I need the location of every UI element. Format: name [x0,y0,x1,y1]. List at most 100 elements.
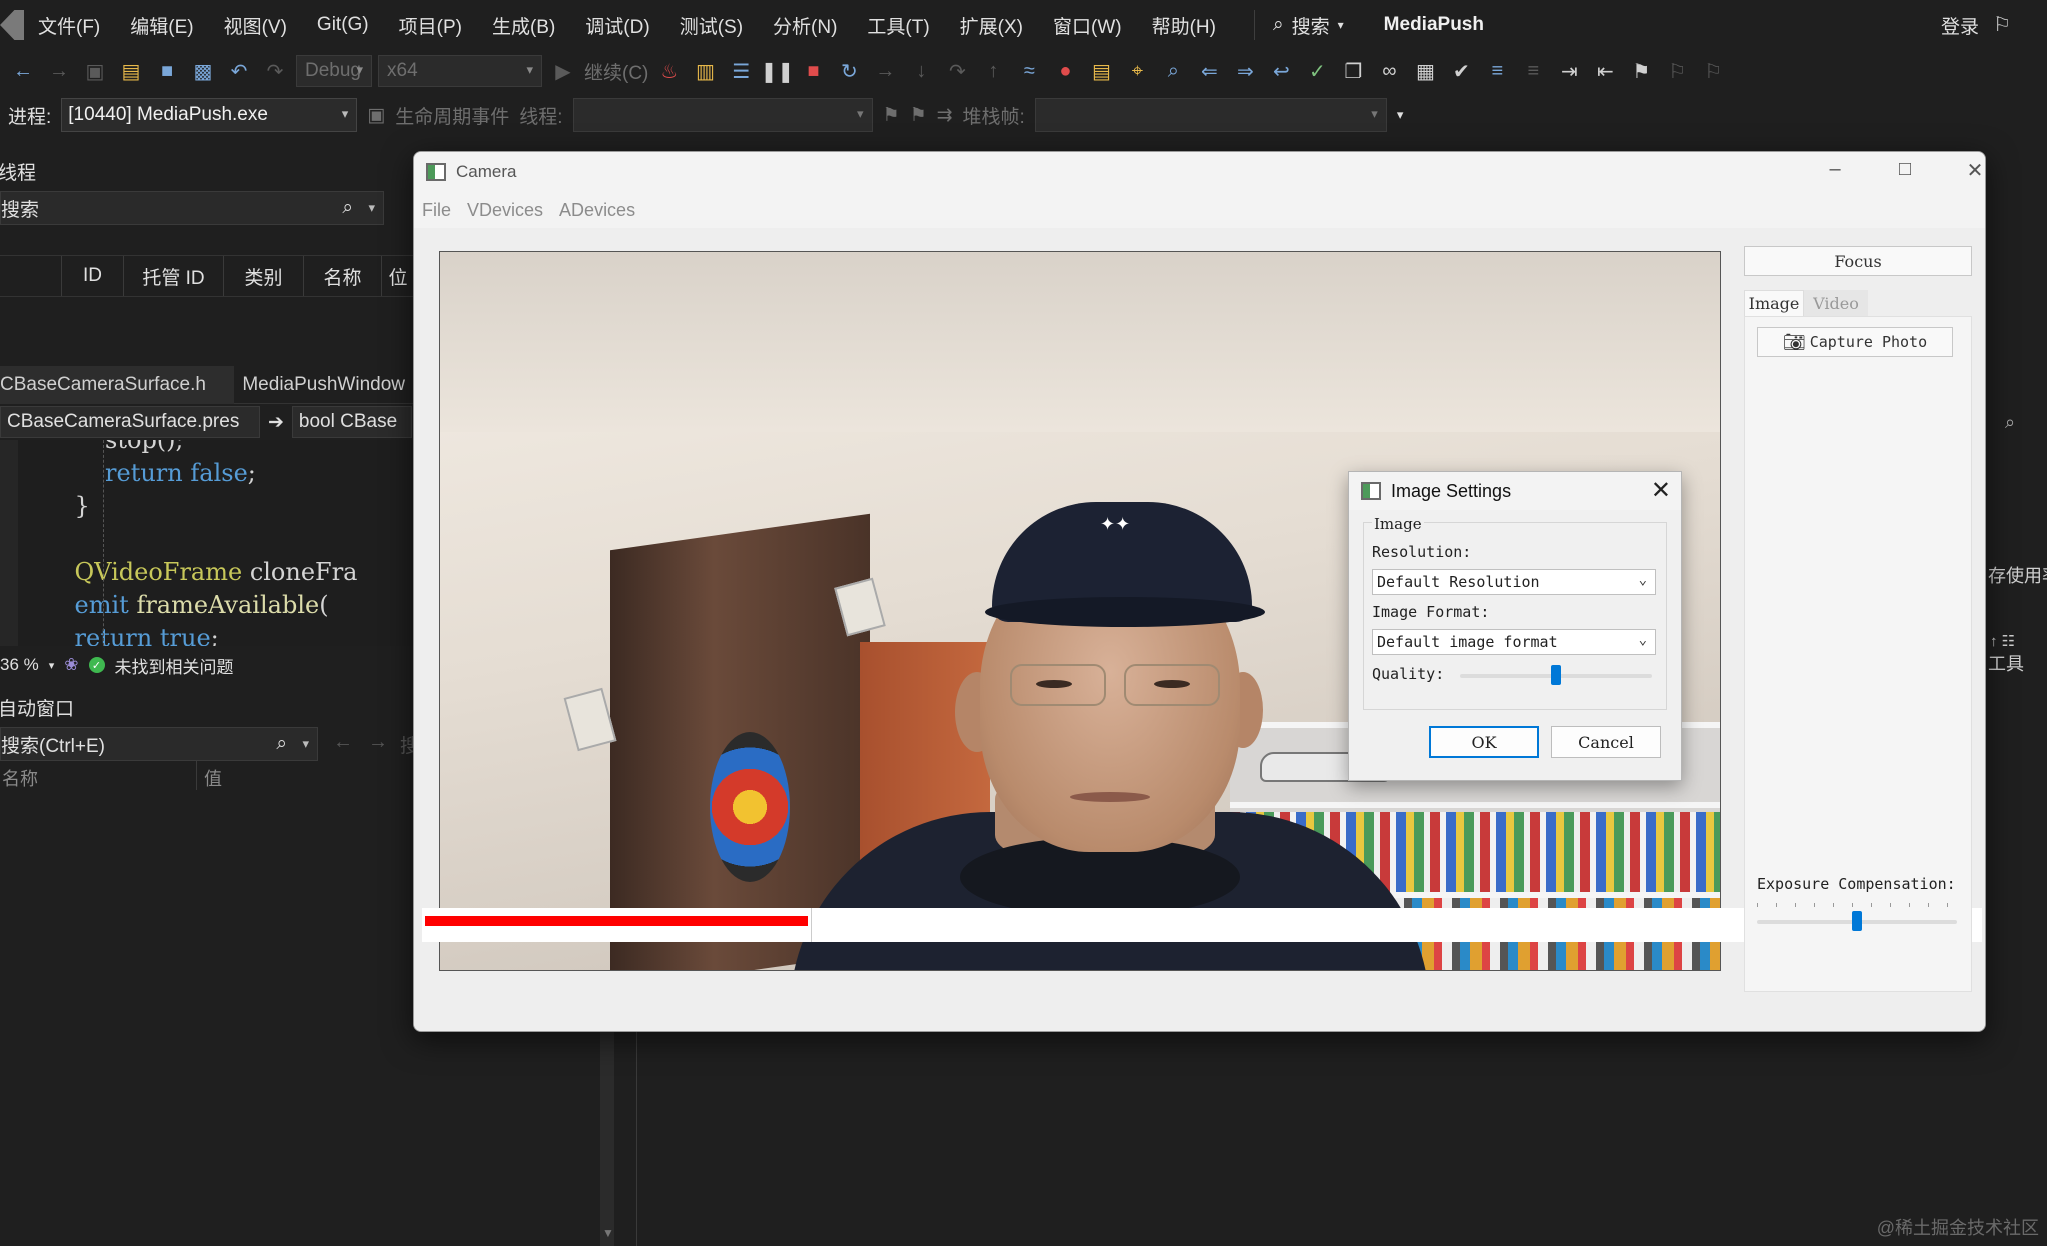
arrow-left-icon[interactable]: ⇐ [1194,56,1224,86]
slider-handle[interactable] [1551,665,1561,685]
process-select[interactable]: [10440] MediaPush.exe ▾ [61,98,358,132]
comment-icon[interactable]: ≡ [1482,56,1512,86]
column-location[interactable]: 位 [382,256,415,296]
forward-icon[interactable]: → [44,56,74,86]
autos-column-value[interactable]: 值 [204,765,222,791]
copy-icon[interactable]: ❐ [1338,56,1368,86]
spell-check-icon[interactable]: ✔ [1446,56,1476,86]
menu-vdevices[interactable]: VDevices [467,200,543,221]
search-forward-icon[interactable]: → [368,731,388,754]
memory-icon[interactable]: ● [1050,56,1080,86]
close-icon[interactable]: ✕ [1651,476,1671,505]
maximize-icon[interactable]: □ [1885,158,1925,181]
step-back-icon[interactable]: ↷ [942,56,972,86]
check-icon[interactable]: ✓ [1302,56,1332,86]
column-name[interactable]: 名称 [304,256,382,296]
indent-icon[interactable]: ⇥ [1554,56,1584,86]
link-icon[interactable]: ∞ [1374,56,1404,86]
code-line[interactable]: return true; [44,624,219,646]
menu-git[interactable]: Git(G) [317,14,369,36]
menu-view[interactable]: 视图(V) [224,12,287,39]
find-icon[interactable]: ⌕ [1158,56,1188,86]
menu-build[interactable]: 生成(B) [492,12,555,39]
configuration-select[interactable]: Debug ▾ [296,55,372,87]
step-into-icon[interactable]: ↓ [906,56,936,86]
menu-window[interactable]: 窗口(W) [1053,12,1122,39]
diagnostics-icon[interactable]: ≈ [1014,56,1044,86]
cancel-button[interactable]: Cancel [1551,726,1661,758]
menu-analyze[interactable]: 分析(N) [773,12,837,39]
grid-icon[interactable]: ▦ [1410,56,1440,86]
column-managed-id[interactable]: 托管 ID [124,256,224,296]
flag-icon[interactable]: ⚑ [883,104,900,127]
back-history-icon[interactable]: ↩ [1266,56,1296,86]
slider-handle[interactable] [1852,911,1862,931]
back-icon[interactable]: ← [8,56,38,86]
tab-image[interactable]: Image [1744,290,1804,316]
code-editor[interactable]: stop(); return false; } QVideoFrame clon… [0,440,415,646]
threads-search-input[interactable]: 搜索 ⌕ ▾ [0,191,384,225]
menu-edit[interactable]: 编辑(E) [130,12,193,39]
new-project-icon[interactable]: ▣ [80,56,110,86]
continue-button[interactable]: 继续(C) [584,58,648,85]
menu-file[interactable]: File [422,200,451,221]
image-format-select[interactable]: Default image format ⌄ [1372,629,1656,655]
autos-search-input[interactable]: 搜索(Ctrl+E) ⌕ ▾ [0,727,318,761]
issues-status[interactable]: 未找到相关问题 [115,653,234,678]
code-line[interactable]: return false; [44,459,256,487]
scope-select[interactable]: CBaseCameraSurface.pres [0,406,260,438]
pause-icon[interactable]: ❚❚ [761,56,795,86]
find-in-files-icon[interactable]: ⌖ [1122,56,1152,86]
column-flag[interactable] [0,256,62,296]
global-search-button[interactable]: ⌕ 搜索 ▾ [1273,12,1344,39]
flag-all-icon[interactable]: ⚑ [910,104,927,127]
thread-select[interactable]: ▾ [572,98,873,132]
dialog-titlebar[interactable]: Image Settings ✕ [1349,472,1681,510]
zoom-level[interactable]: 36 % [0,655,39,675]
zoom-icon[interactable]: ⌕ [2005,412,2015,433]
expand-icon[interactable]: ↑ ☷ [1990,632,2015,650]
tab-mediapushwindow[interactable]: MediaPushWindow [234,366,415,404]
column-category[interactable]: 类别 [224,256,304,296]
autos-column-name[interactable]: 名称 [2,765,38,791]
menu-file[interactable]: 文件(F) [38,12,100,39]
folder-icon[interactable]: ▤ [1086,56,1116,86]
stackframe-icon[interactable]: ⇉ [937,104,953,127]
code-line[interactable]: } [44,492,90,520]
camera-titlebar[interactable]: Camera – □ ✕ [414,152,1985,192]
member-select[interactable]: bool CBase [291,406,412,438]
ok-button[interactable]: OK [1429,726,1539,758]
lifecycle-events-icon[interactable]: ▣ [367,104,385,127]
step-out-icon[interactable]: ↑ [978,56,1008,86]
save-all-icon[interactable]: ▩ [188,56,218,86]
quality-slider[interactable] [1460,665,1652,685]
close-icon[interactable]: ✕ [1955,158,1985,183]
menu-test[interactable]: 测试(S) [680,12,743,39]
lifecycle-events-button[interactable]: 生命周期事件 [395,102,509,129]
capture-photo-button[interactable]: 📷︎ Capture Photo [1757,327,1953,357]
hot-reload-icon[interactable]: ♨ [654,56,684,86]
arrow-right-icon[interactable]: ⇒ [1230,56,1260,86]
copilot-icon[interactable]: ❀ [64,655,78,675]
stop-icon[interactable]: ■ [798,56,828,86]
column-id[interactable]: ID [62,256,124,296]
menu-tools[interactable]: 工具(T) [867,12,929,39]
stackframe-select[interactable]: ▾ [1034,98,1387,132]
step-over-icon[interactable]: → [870,56,900,86]
restart-icon[interactable]: ↻ [834,56,864,86]
redo-icon[interactable]: ↷ [260,56,290,86]
scroll-down-icon[interactable]: ▼ [602,1226,614,1240]
focus-button[interactable]: Focus [1744,246,1972,276]
next-bookmark-icon[interactable]: ⚐ [1698,56,1728,86]
code-line[interactable]: stop(); [44,440,184,454]
minimize-icon[interactable]: – [1815,158,1855,181]
resolution-select[interactable]: Default Resolution ⌄ [1372,569,1656,595]
menu-project[interactable]: 项目(P) [399,12,462,39]
toolbar-overflow-icon[interactable]: ▾ [1397,107,1404,123]
open-folder-icon[interactable]: ▤ [116,56,146,86]
bookmark-icon[interactable]: ⚑ [1626,56,1656,86]
code-line[interactable]: emit frameAvailable( [44,591,329,619]
account-icon[interactable]: ⚐ [1993,12,2011,37]
layout-icon[interactable]: ☰ [726,56,756,86]
open-file-icon[interactable]: ▥ [690,56,720,86]
